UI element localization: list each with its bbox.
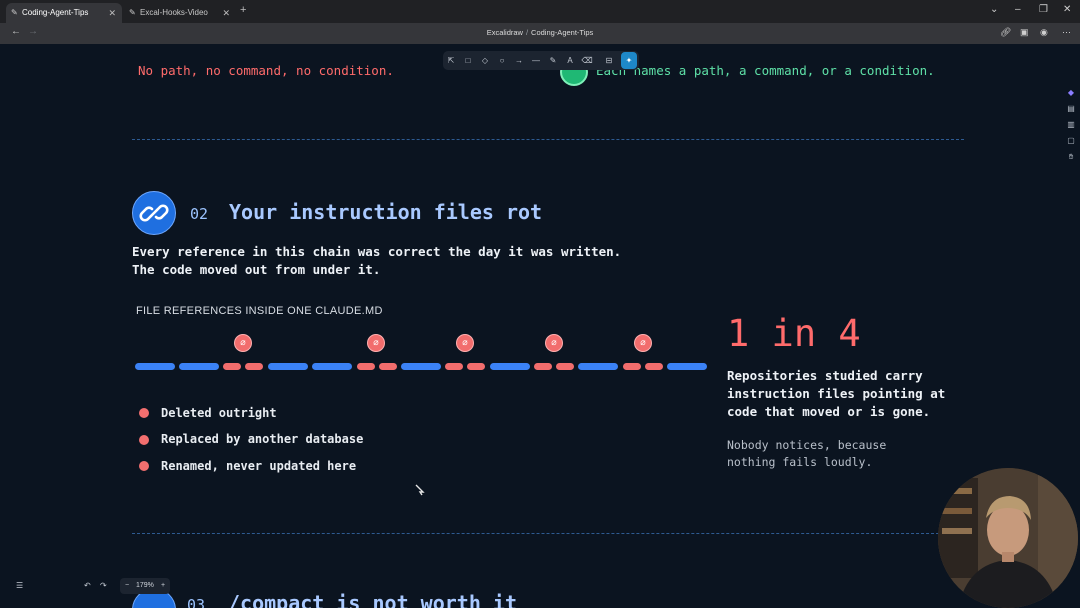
undo-icon[interactable]: ↶	[84, 581, 91, 590]
breadcrumb-separator: /	[525, 28, 529, 37]
mouse-cursor-icon	[415, 484, 425, 496]
chain-link-broken	[556, 363, 574, 370]
section-number: 02	[190, 205, 209, 223]
arrow-tool-icon[interactable]: →	[511, 51, 527, 70]
broken-link-icon: ⌀	[456, 334, 474, 352]
chain-link-valid	[401, 363, 441, 370]
zoom-control: − 179% +	[120, 578, 170, 594]
tab-bar: ✎ Coding-Agent-Tips ✕ ✎ Excal-Hooks-Vide…	[0, 0, 1080, 23]
zoom-in-button[interactable]: +	[161, 578, 165, 594]
top-right-text: Each names a path, a command, or a condi…	[596, 63, 935, 78]
new-tab-icon[interactable]: +	[240, 4, 246, 16]
section-divider	[132, 533, 964, 534]
chevron-down-icon[interactable]: ⌄	[990, 4, 998, 15]
close-icon[interactable]: ✕	[222, 3, 230, 23]
chain-link-valid	[667, 363, 707, 370]
side-panel: ◆ ▤ ▥ ▢ ✋︎	[1064, 84, 1078, 174]
menu-dots-icon[interactable]: ⋯	[1062, 27, 1071, 38]
stat-figure: 1 in 4	[727, 312, 861, 355]
chain-link-broken	[245, 363, 263, 370]
chain-link-valid	[268, 363, 308, 370]
drawing-toolbar: ⇱ □ ◇ ○ → — ✎ A ⌫ ⊟ ✦	[443, 51, 639, 70]
book-icon[interactable]: ▥	[1066, 120, 1076, 129]
bullet-item: Deleted outright	[161, 406, 277, 420]
save-icon[interactable]: ▣	[1020, 27, 1029, 38]
link-icon[interactable]: 🔗︎	[1000, 27, 1011, 38]
bullet-dot-icon	[139, 461, 149, 471]
bullet-item: Replaced by another database	[161, 432, 364, 446]
chain-link-broken	[379, 363, 397, 370]
laser-tool-icon[interactable]: ✦	[621, 52, 637, 69]
profile-icon[interactable]: ◉	[1040, 27, 1048, 38]
tab-label: Excal-Hooks-Video	[140, 8, 208, 17]
ellipse-tool-icon[interactable]: ○	[494, 51, 510, 70]
zoom-level[interactable]: 179%	[136, 578, 154, 594]
section3-number: 03	[187, 596, 206, 608]
pencil-tool-icon[interactable]: ✎	[545, 51, 561, 70]
lock-icon[interactable]: ▢	[1066, 136, 1076, 145]
rectangle-tool-icon[interactable]: □	[460, 51, 476, 70]
stat-note-line1: Nobody notices, because	[727, 438, 887, 452]
chain-link-broken	[445, 363, 463, 370]
zoom-out-button[interactable]: −	[125, 578, 129, 594]
presenter-video-icon	[938, 468, 1078, 608]
chain-link-broken	[357, 363, 375, 370]
chain-label: FILE REFERENCES INSIDE ONE CLAUDE.MD	[136, 305, 383, 317]
stat-caption-line3: code that moved or is gone.	[727, 404, 931, 419]
minimize-icon[interactable]: –	[1015, 4, 1021, 15]
excalidraw-canvas[interactable]: No path, no command, no condition. Each …	[0, 44, 1080, 608]
line-tool-icon[interactable]: —	[528, 51, 544, 70]
link-icon	[132, 191, 176, 235]
chain-link-broken	[645, 363, 663, 370]
section-title: Your instruction files rot	[229, 200, 543, 224]
broken-link-icon: ⌀	[367, 334, 385, 352]
tab-coding-agent-tips[interactable]: ✎ Coding-Agent-Tips ✕	[6, 3, 122, 23]
stat-note-line2: nothing fails loudly.	[727, 455, 873, 469]
chain-link-valid	[135, 363, 175, 370]
breadcrumb: Excalidraw / Coding-Agent-Tips	[0, 28, 1080, 37]
chain-link-broken	[534, 363, 552, 370]
section-subtitle-line1: Every reference in this chain was correc…	[132, 244, 622, 259]
chain-link-valid	[490, 363, 530, 370]
breadcrumb-workspace[interactable]: Excalidraw	[487, 28, 523, 37]
chain-link-broken	[623, 363, 641, 370]
broken-link-icon: ⌀	[545, 334, 563, 352]
bullet-item: Renamed, never updated here	[161, 459, 357, 473]
broken-link-icon: ⌀	[634, 334, 652, 352]
library-icon[interactable]: ◆	[1066, 88, 1076, 97]
excalidraw-icon: ✎	[129, 8, 136, 17]
close-icon[interactable]: ✕	[108, 3, 116, 23]
tab-label: Coding-Agent-Tips	[22, 8, 89, 17]
text-tool-icon[interactable]: A	[562, 51, 578, 70]
stat-caption-line2: instruction files pointing at	[727, 386, 946, 401]
chain-link-valid	[179, 363, 219, 370]
window-close-icon[interactable]: ✕	[1063, 4, 1071, 15]
tab-excal-hooks-video[interactable]: ✎ Excal-Hooks-Video ✕	[124, 3, 236, 23]
chain-link-broken	[223, 363, 241, 370]
address-bar: ← → Excalidraw / Coding-Agent-Tips 🔗︎ ▣ ◉ …	[0, 23, 1080, 44]
broken-link-icon: ⌀	[234, 334, 252, 352]
bullet-dot-icon	[139, 408, 149, 418]
stat-caption-line1: Repositories studied carry	[727, 368, 923, 383]
diamond-tool-icon[interactable]: ◇	[477, 51, 493, 70]
section-divider	[132, 139, 964, 140]
document-icon[interactable]: ▤	[1066, 104, 1076, 113]
chain-link-valid	[312, 363, 352, 370]
redo-icon[interactable]: ↷	[100, 581, 107, 590]
eraser-tool-icon[interactable]: ⌫	[579, 51, 595, 70]
chain-link-broken	[467, 363, 485, 370]
frame-tool-icon[interactable]: ⊟	[601, 51, 617, 70]
section-subtitle-line2: The code moved out from under it.	[132, 262, 381, 277]
selection-tool-icon[interactable]: ⇱	[443, 51, 459, 70]
top-left-text: No path, no command, no condition.	[138, 63, 394, 78]
section3-title: /compact is not worth it	[228, 591, 517, 608]
bullet-dot-icon	[139, 435, 149, 445]
hand-icon[interactable]: ✋︎	[1066, 152, 1076, 162]
restore-icon[interactable]: ❐	[1039, 4, 1048, 15]
breadcrumb-page[interactable]: Coding-Agent-Tips	[531, 28, 593, 37]
menu-icon[interactable]: ☰	[16, 581, 23, 590]
chain-link-valid	[578, 363, 618, 370]
webcam-overlay	[938, 468, 1078, 608]
excalidraw-icon: ✎	[11, 8, 18, 17]
